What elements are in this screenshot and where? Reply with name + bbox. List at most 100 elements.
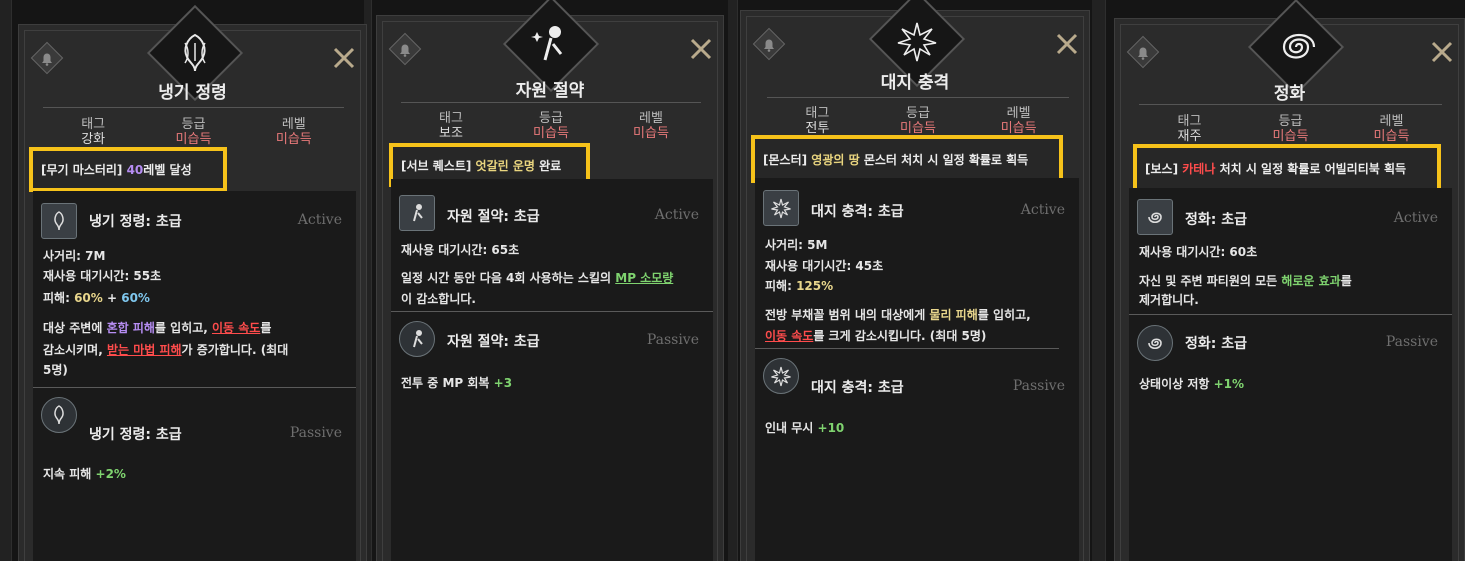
close-icon[interactable]	[1429, 39, 1455, 65]
desc-keyword-link[interactable]: 받는 마법 피해	[107, 343, 182, 357]
passive-skill-name: 냉기 정령: 초급	[89, 427, 182, 443]
req-source: [무기 마스터리]	[41, 163, 123, 177]
divider	[1139, 104, 1442, 105]
skill-card-frost-spirit: 냉기 정령 태그 강화 등급 미습득 레벨 미습득 [무기 마스터리] 40 레벨 달성…	[18, 4, 367, 561]
resource-saving-icon	[399, 195, 435, 231]
skill-title: 정화	[1273, 84, 1306, 104]
req-source: [보스]	[1145, 161, 1179, 176]
resource-saving-icon	[531, 26, 563, 61]
acquisition-requirement: [보스] 카테나 처치 시 일정 확률로 어빌리티북 획득	[1133, 144, 1441, 192]
close-icon[interactable]	[688, 36, 714, 62]
damage-plus: +	[102, 291, 122, 305]
effect-value: +10	[817, 421, 845, 435]
partial-card-edge	[1092, 0, 1106, 561]
req-highlight: 엇갈린 운명	[475, 158, 535, 173]
active-skill-name: 대지 충격: 초급	[811, 204, 904, 220]
effect-value: +3	[493, 376, 513, 390]
cooldown-text: 재사용 대기시간: 65초	[401, 243, 520, 257]
skill-details: 정화: 초급 Active 재사용 대기시간: 60초 자신 및 주변 파티원의…	[1129, 188, 1452, 561]
purify-icon	[1282, 33, 1316, 59]
passive-label: Passive	[289, 425, 342, 441]
cooldown-text: 재사용 대기시간: 45초	[765, 259, 884, 273]
grade-value: 미습득	[1272, 129, 1309, 144]
partial-card-edge	[728, 0, 738, 561]
tag-label: 태그	[1177, 114, 1202, 129]
skill-details: 대지 충격: 초급 Active 사거리: 5M 재사용 대기시간: 45초 피…	[755, 178, 1079, 561]
desc-part: 대상 주변에	[43, 321, 107, 335]
tag-label: 태그	[439, 111, 463, 126]
acquisition-requirement: [무기 마스터리] 40 레벨 달성	[29, 147, 227, 192]
skill-details: 냉기 정령: 초급 Active 사거리: 7M 재사용 대기시간: 55초 피…	[33, 191, 356, 561]
close-icon[interactable]	[1054, 31, 1080, 57]
purify-icon	[1137, 325, 1173, 361]
passive-effect: 전투 중 MP 회복 +3	[401, 373, 705, 393]
desc-keyword: 해로운 효과	[1281, 274, 1341, 288]
req-text: 레벨 달성	[143, 163, 192, 177]
bell-icon[interactable]	[30, 41, 64, 75]
bell-icon[interactable]	[388, 32, 422, 66]
skill-card-stage: 냉기 정령 태그 강화 등급 미습득 레벨 미습득 [무기 마스터리] 40 레벨 달성…	[0, 0, 1465, 561]
skill-meta: 태그 강화 등급 미습득 레벨 미습득	[43, 117, 344, 147]
bell-icon[interactable]	[752, 27, 786, 61]
close-icon[interactable]	[331, 45, 357, 71]
grade-label: 등급	[1278, 114, 1303, 129]
req-highlight: 영광의 땅	[811, 152, 860, 167]
desc-part: 를	[260, 321, 272, 335]
passive-skill-name: 자원 절약: 초급	[447, 334, 540, 350]
desc-part: 를 입히고,	[154, 321, 212, 335]
desc-part: 자신 및 주변 파티원의 모든	[1139, 274, 1282, 288]
damage-prefix: 피해:	[43, 291, 75, 305]
req-highlight: 40	[126, 162, 144, 177]
active-label: Active	[1020, 202, 1065, 218]
frost-spirit-icon	[184, 33, 206, 72]
range-text: 사거리: 7M	[43, 249, 106, 263]
req-text: 완료	[539, 158, 562, 173]
earth-shock-icon	[763, 358, 799, 394]
skill-card-earth-shock: 대지 충격 태그 전투 등급 미습득 레벨 미습득 [몬스터] 영광의 땅 몬스터 처…	[740, 0, 1090, 561]
skill-title: 냉기 정령	[158, 83, 227, 103]
earth-shock-icon	[763, 190, 799, 226]
divider	[391, 311, 713, 312]
bell-icon[interactable]	[1126, 35, 1160, 69]
req-highlight: 카테나	[1182, 161, 1216, 176]
desc-part: 를 크게 감소시킵니다. (최대 5명)	[813, 329, 987, 343]
damage-text: 피해: 60% + 60%	[43, 288, 348, 308]
effect-value: +1%	[1213, 377, 1245, 391]
skill-card-purify: 정화 태그 재주 등급 미습득 레벨 미습득 [보스] 카테나 처치 시 일정 확률로…	[1114, 0, 1465, 561]
desc-keyword-link[interactable]: 이동 속도	[765, 329, 813, 343]
damage-a: 60%	[74, 291, 103, 305]
grade-label: 등급	[906, 106, 930, 121]
resource-saving-icon	[399, 321, 435, 357]
desc-keyword-link[interactable]: 이동 속도	[212, 321, 260, 335]
tag-label: 태그	[81, 117, 106, 132]
desc-part: 감소시키며,	[43, 343, 107, 357]
skill-title: 대지 충격	[880, 73, 950, 93]
grade-label: 등급	[181, 117, 206, 132]
effect-value: +2%	[95, 467, 126, 481]
desc-keyword-link[interactable]: MP 소모량	[615, 271, 673, 285]
level-label: 레벨	[1379, 114, 1404, 129]
passive-skill-name: 대지 충격: 초급	[811, 380, 904, 396]
description-line-3: 5명)	[43, 363, 68, 377]
effect-label: 인내 무시	[765, 421, 818, 435]
description-line-1: 일정 시간 동안 다음 4회 사용하는 스킬의 MP 소모량	[401, 268, 705, 288]
grade-value: 미습득	[900, 121, 936, 136]
active-skill-name: 자원 절약: 초급	[447, 209, 540, 225]
active-label: Active	[297, 212, 342, 228]
active-label: Active	[1393, 210, 1438, 226]
skill-meta: 태그 재주 등급 미습득 레벨 미습득	[1139, 114, 1442, 144]
divider	[767, 97, 1069, 98]
tag-value: 전투	[805, 121, 830, 136]
description-line-2: 이 감소합니다.	[401, 292, 476, 306]
divider	[43, 107, 344, 108]
description-line-1: 전방 부채꼴 범위 내의 대상에게 물리 피해를 입히고,	[765, 305, 1071, 325]
effect-label: 상태이상 저항	[1139, 377, 1214, 391]
passive-effect: 상태이상 저항 +1%	[1139, 374, 1444, 394]
skill-card-resource-saving: 자원 절약 태그 보조 등급 미습득 레벨 미습득 [서브 퀘스트] 엇갈린 운명 완…	[376, 0, 724, 561]
frost-spirit-icon	[41, 397, 77, 433]
active-skill-name: 냉기 정령: 초급	[89, 214, 182, 230]
damage-a: 125%	[796, 279, 834, 293]
level-value: 미습득	[1373, 129, 1410, 144]
active-label: Active	[654, 207, 699, 223]
description-line-2: 감소시키며, 받는 마법 피해가 증가합니다. (최대	[43, 340, 348, 360]
